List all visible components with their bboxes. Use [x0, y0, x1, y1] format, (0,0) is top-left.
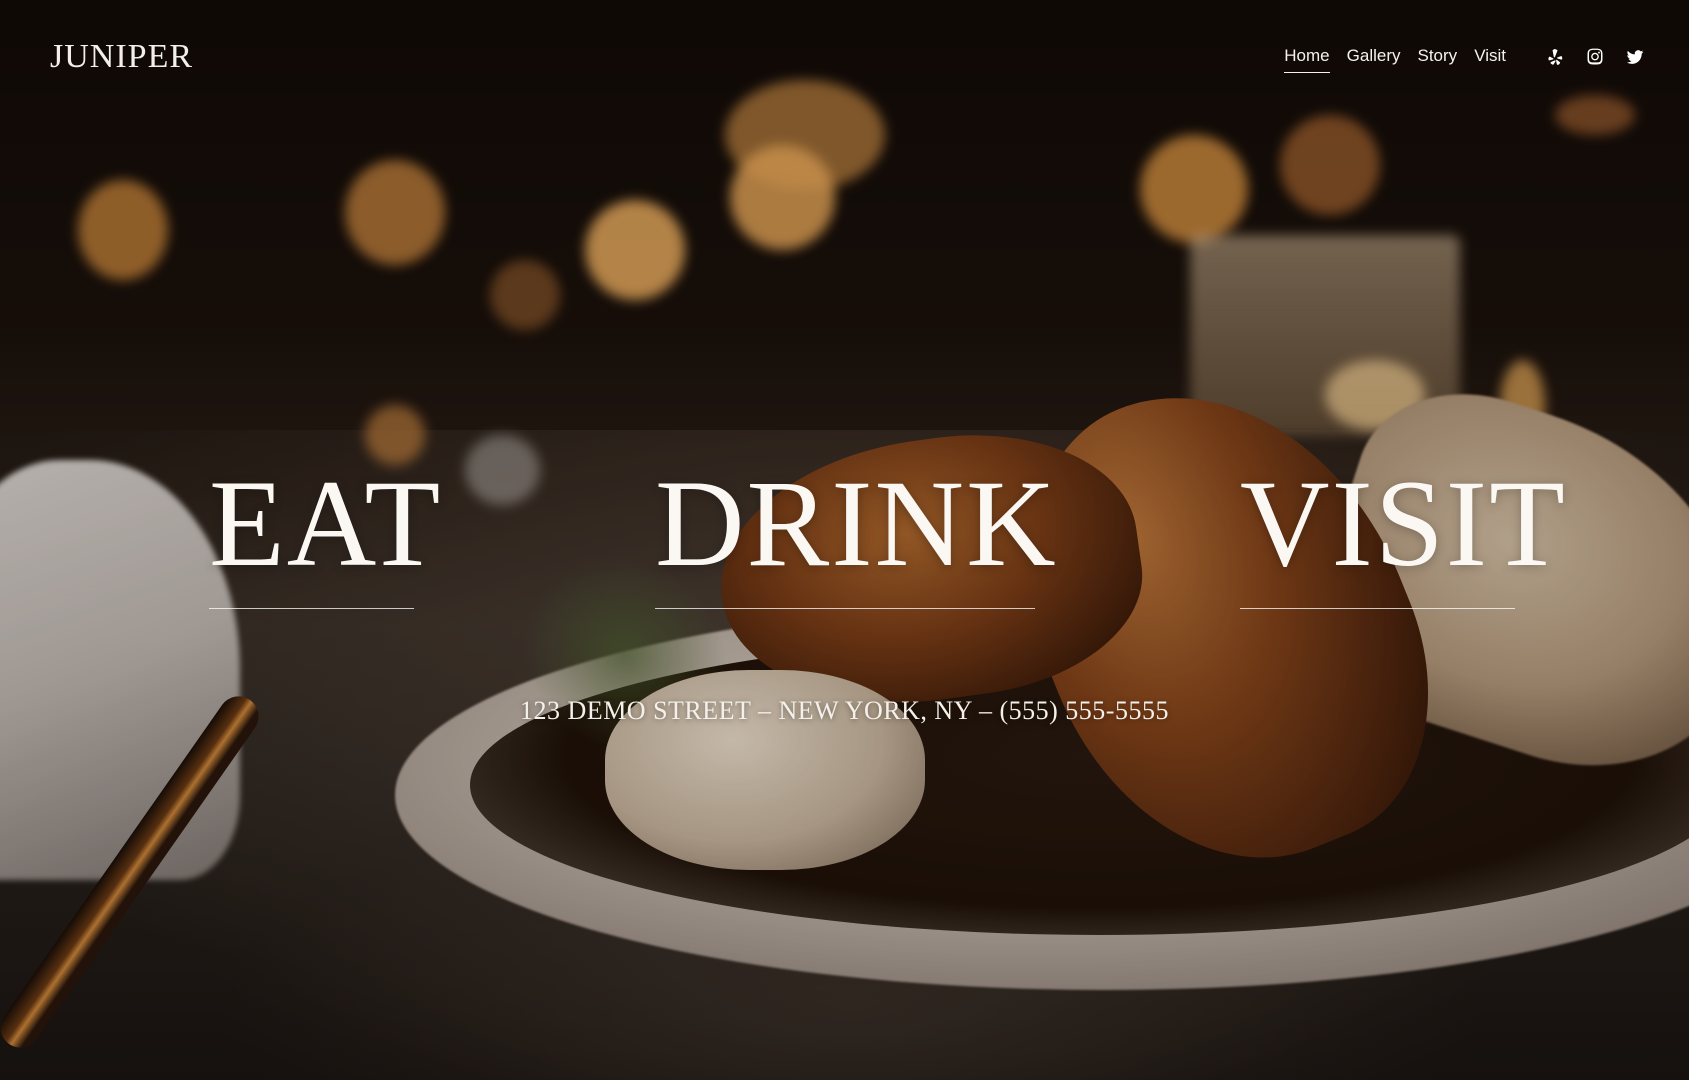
- hero-link-visit[interactable]: VISIT: [1240, 462, 1565, 609]
- hero-link-eat[interactable]: EAT: [209, 462, 440, 609]
- nav-item-gallery[interactable]: Gallery: [1347, 46, 1401, 73]
- site-logo[interactable]: JUNIPER: [50, 38, 193, 76]
- twitter-icon[interactable]: [1625, 47, 1645, 67]
- hero-link-drink[interactable]: DRINK: [655, 462, 1056, 609]
- page: JUNIPER Home Gallery Story Visit EAT DRI…: [0, 0, 1689, 1080]
- site-header: JUNIPER Home Gallery Story Visit: [0, 0, 1689, 110]
- nav-item-visit[interactable]: Visit: [1474, 46, 1506, 73]
- nav-item-story[interactable]: Story: [1418, 46, 1458, 73]
- yelp-icon[interactable]: [1545, 47, 1565, 67]
- instagram-icon[interactable]: [1585, 47, 1605, 67]
- address-line: 123 DEMO STREET – NEW YORK, NY – (555) 5…: [520, 696, 1169, 725]
- social-links: [1545, 47, 1645, 67]
- nav-item-home[interactable]: Home: [1284, 46, 1330, 73]
- main-nav: Home Gallery Story Visit: [1284, 46, 1506, 73]
